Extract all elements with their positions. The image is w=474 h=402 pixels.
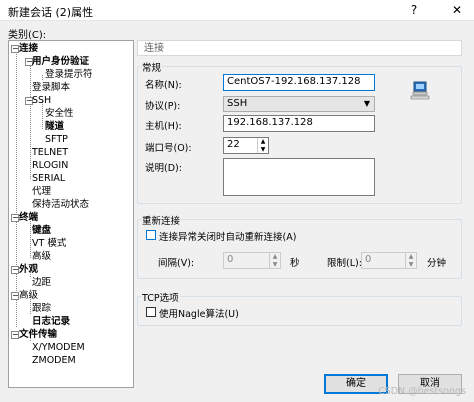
tree-item[interactable]: 连接: [19, 43, 38, 54]
limit-unit: 分钟: [427, 258, 447, 269]
tree-item[interactable]: 日志记录: [32, 316, 70, 327]
tree-line: [16, 49, 17, 327]
host-label: 主机(H):: [145, 121, 182, 132]
protocol-value: SSH: [227, 98, 248, 109]
host-input[interactable]: 192.168.137.128: [223, 115, 375, 132]
description-label: 说明(D):: [145, 163, 182, 174]
tree-collapse-icon[interactable]: −: [11, 214, 19, 222]
port-value: 22: [227, 139, 240, 150]
close-button[interactable]: ✕: [447, 2, 467, 18]
reconnect-group: [137, 219, 462, 279]
tree-item[interactable]: 登录提示符: [45, 69, 93, 80]
tree-item[interactable]: SFTP: [45, 134, 68, 145]
reconnect-group-label: 重新连接: [141, 213, 182, 227]
tree-collapse-icon[interactable]: −: [11, 266, 19, 274]
tree-line: [30, 62, 31, 179]
tree-item[interactable]: X/YMODEM: [32, 342, 85, 353]
tree-line: [42, 75, 43, 80]
interval-value: 0: [227, 254, 234, 265]
tree-item[interactable]: 用户身份验证: [32, 56, 89, 67]
watermark: CSDN @bestsongs: [378, 386, 466, 397]
tree-item[interactable]: 登录脚本: [32, 82, 70, 93]
tree-item[interactable]: 高级: [32, 251, 51, 262]
tree-item[interactable]: RLOGIN: [32, 160, 68, 171]
tree-item[interactable]: 终端: [19, 212, 38, 223]
computer-icon: [410, 80, 432, 100]
limit-label: 限制(L):: [327, 258, 362, 269]
category-tree[interactable]: − − − − − − − 连接 用户身份验证 登录提示符 登录脚本 SSH 安全性 隧道 SFTP TELN…: [8, 40, 134, 388]
tree-collapse-icon[interactable]: −: [11, 331, 19, 339]
category-label: 类别(C):: [8, 30, 47, 41]
tree-item[interactable]: TELNET: [32, 147, 68, 158]
protocol-label: 协议(P):: [145, 101, 181, 112]
spin-up-icon[interactable]: ▲: [258, 138, 268, 146]
interval-unit: 秒: [290, 258, 300, 269]
auto-reconnect-label: 连接异常关闭时自动重新连接(A): [159, 232, 297, 243]
nagle-checkbox[interactable]: [146, 307, 156, 317]
limit-value: 0: [365, 254, 372, 265]
spin-down-icon[interactable]: ▼: [258, 146, 268, 154]
tree-item[interactable]: 文件传输: [19, 329, 57, 340]
spin-up-icon[interactable]: ▲: [406, 253, 416, 261]
tree-item[interactable]: 隧道: [45, 121, 64, 132]
interval-input[interactable]: 0 ▲ ▼: [223, 252, 281, 269]
name-input[interactable]: CentOS7-192.168.137.128: [223, 74, 375, 91]
panel-title: 连接: [137, 40, 462, 56]
interval-spinner[interactable]: ▲ ▼: [269, 253, 280, 268]
tree-item[interactable]: 边距: [32, 277, 51, 288]
tree-line: [30, 218, 31, 258]
tree-item[interactable]: VT 模式: [32, 238, 66, 249]
description-textarea[interactable]: [223, 158, 375, 196]
limit-spinner[interactable]: ▲ ▼: [405, 253, 416, 268]
limit-input[interactable]: 0 ▲ ▼: [361, 252, 417, 269]
tree-item[interactable]: 安全性: [45, 108, 74, 119]
spin-down-icon[interactable]: ▼: [270, 261, 280, 269]
window-title: 新建会话 (2)属性: [8, 6, 94, 19]
spin-up-icon[interactable]: ▲: [270, 253, 280, 261]
tree-item[interactable]: SERIAL: [32, 173, 65, 184]
tree-item[interactable]: 键盘: [32, 225, 51, 236]
tree-item[interactable]: 跟踪: [32, 303, 51, 314]
port-input[interactable]: 22 ▲ ▼: [223, 137, 269, 154]
port-label: 端口号(O):: [145, 143, 192, 154]
general-group-label: 常规: [141, 60, 163, 74]
spin-down-icon[interactable]: ▼: [406, 261, 416, 269]
tree-item[interactable]: 保持活动状态: [32, 199, 89, 210]
tree-item[interactable]: ZMODEM: [32, 355, 76, 366]
help-button[interactable]: ?: [404, 2, 424, 18]
auto-reconnect-checkbox[interactable]: [146, 230, 156, 240]
nagle-label: 使用Nagle算法(U): [159, 309, 239, 320]
tree-collapse-icon[interactable]: −: [11, 292, 19, 300]
tree-item[interactable]: 外观: [19, 264, 38, 275]
chevron-down-icon: ▼: [363, 99, 370, 108]
tree-item[interactable]: SSH: [32, 95, 51, 106]
name-label: 名称(N):: [145, 80, 182, 91]
port-spinner[interactable]: ▲ ▼: [257, 138, 268, 153]
tcp-group-label: TCP选项: [141, 290, 180, 304]
tree-item[interactable]: 代理: [32, 186, 51, 197]
title-bar: 新建会话 (2)属性 ? ✕: [0, 0, 474, 21]
tree-item[interactable]: 高级: [19, 290, 38, 301]
tree-collapse-icon[interactable]: −: [11, 45, 19, 53]
interval-label: 间隔(V):: [158, 258, 195, 269]
protocol-select[interactable]: SSH ▼: [223, 96, 375, 112]
